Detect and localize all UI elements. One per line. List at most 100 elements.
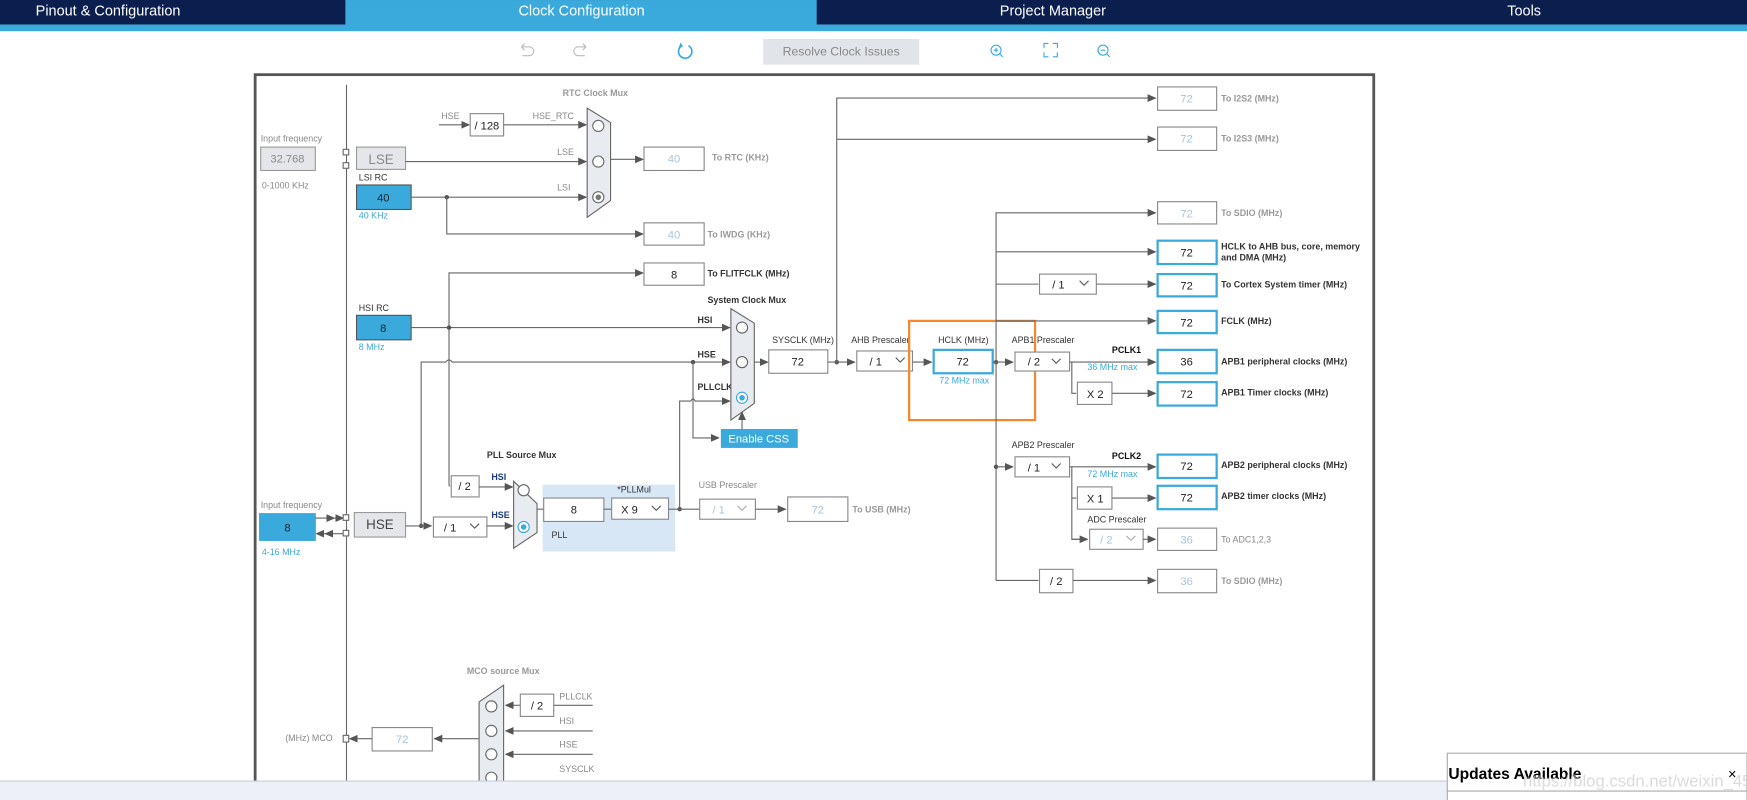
enable-css-button[interactable]: Enable CSS bbox=[720, 428, 798, 448]
svg-text:/ 1: / 1 bbox=[1028, 462, 1040, 474]
adc-prescaler-select[interactable]: / 2 bbox=[1089, 528, 1144, 550]
apb1-periph-field[interactable]: 36 bbox=[1156, 348, 1218, 375]
flitfclk-field[interactable]: 8 bbox=[643, 262, 705, 286]
svg-text:HSE: HSE bbox=[366, 517, 394, 532]
zoom-in-icon[interactable] bbox=[990, 44, 1004, 58]
pll-mux-radio-hsi[interactable] bbox=[517, 484, 530, 497]
lse-input-frequency-field[interactable]: 32.768 bbox=[260, 146, 316, 172]
resolve-clock-issues-button[interactable]: Resolve Clock Issues bbox=[763, 39, 920, 65]
pclk1-label: PCLK1 bbox=[1112, 345, 1141, 355]
sysclk-field[interactable]: 72 bbox=[768, 349, 829, 374]
rtc-mux-radio-lse[interactable] bbox=[592, 155, 605, 168]
svg-text:72: 72 bbox=[1180, 281, 1192, 293]
hclk-label: HCLK (MHz) bbox=[938, 335, 989, 345]
svg-text:40: 40 bbox=[377, 193, 389, 205]
flitfclk-label: To FLITFCLK (MHz) bbox=[707, 268, 789, 278]
undo-icon[interactable] bbox=[521, 43, 535, 57]
tab-underline bbox=[0, 24, 1747, 32]
svg-text:Clock Configuration: Clock Configuration bbox=[518, 4, 644, 20]
mco-radio-pllclk[interactable] bbox=[485, 700, 498, 713]
tab-clock-configuration[interactable]: Clock Configuration bbox=[345, 0, 817, 25]
pll-input-field[interactable]: 8 bbox=[543, 497, 605, 523]
sdio2-label: To SDIO (MHz) bbox=[1221, 576, 1282, 586]
svg-text:X 9: X 9 bbox=[621, 505, 638, 517]
hse-rtc-label: HSE_RTC bbox=[533, 111, 575, 121]
hse-pin-connector bbox=[342, 514, 350, 521]
pllmul-select[interactable]: X 9 bbox=[611, 497, 670, 520]
hse-prediv-select[interactable]: / 1 bbox=[432, 516, 488, 538]
ahb-bus-field[interactable]: 72 bbox=[1156, 239, 1218, 266]
i2s3-label: To I2S3 (MHz) bbox=[1221, 134, 1279, 144]
rtc-lse-label: LSE bbox=[557, 147, 574, 157]
svg-text:/ 1: / 1 bbox=[712, 505, 724, 517]
fit-icon[interactable] bbox=[1043, 42, 1058, 58]
svg-text:/ 1: / 1 bbox=[444, 522, 456, 534]
hclk-field[interactable]: 72 bbox=[932, 348, 994, 375]
tab-project-manager[interactable]: Project Manager bbox=[817, 0, 1288, 25]
cortex-timer-field[interactable]: 72 bbox=[1156, 272, 1218, 298]
usb-prescaler-select[interactable]: / 1 bbox=[699, 498, 756, 520]
sdio2-divider: / 2 bbox=[1038, 568, 1074, 594]
ahb-prescaler-select[interactable]: / 1 bbox=[856, 350, 914, 372]
mco-pin-connector bbox=[342, 734, 350, 743]
mco-label: (MHz) MCO bbox=[285, 733, 333, 743]
svg-text:/ 2: / 2 bbox=[1028, 356, 1040, 368]
to-iwdg-field[interactable]: 40 bbox=[643, 222, 705, 246]
watermark: https://blog.csdn.net/weixin_45488643 bbox=[1523, 772, 1747, 791]
hse-range: 4-16 MHz bbox=[262, 547, 301, 557]
mco-field[interactable]: 72 bbox=[371, 727, 433, 752]
i2s3-field[interactable]: 72 bbox=[1157, 126, 1218, 151]
close-icon[interactable]: × bbox=[1728, 767, 1736, 783]
tab-pinout[interactable]: Pinout & Configuration bbox=[0, 0, 345, 25]
adc-field[interactable]: 36 bbox=[1157, 527, 1218, 551]
svg-text:8: 8 bbox=[284, 522, 290, 534]
apb2-periph-field[interactable]: 72 bbox=[1156, 453, 1218, 480]
pll-hsi-label: HSI bbox=[491, 472, 506, 482]
to-rtc-field[interactable]: 40 bbox=[643, 146, 705, 172]
sysmux-radio-hse[interactable] bbox=[735, 355, 749, 369]
hse-input-frequency-field[interactable]: 8 bbox=[259, 513, 316, 541]
sdio-field[interactable]: 72 bbox=[1157, 201, 1218, 225]
redo-icon[interactable] bbox=[573, 43, 587, 57]
lsi-freq: 40 KHz bbox=[359, 210, 389, 220]
hse-block: HSE bbox=[353, 511, 407, 538]
tab-tools[interactable]: Tools bbox=[1289, 0, 1747, 25]
mco-hse-label: HSE bbox=[559, 740, 577, 750]
refresh-icon[interactable] bbox=[677, 42, 693, 59]
rtc-lsi-label: LSI bbox=[557, 183, 570, 193]
i2s2-field[interactable]: 72 bbox=[1157, 86, 1218, 111]
apb2-timer-field[interactable]: 72 bbox=[1156, 484, 1218, 511]
cortex-timer-label: To Cortex System timer (MHz) bbox=[1221, 279, 1347, 289]
rtc-hse-label: HSE bbox=[441, 111, 459, 121]
sdio2-field[interactable]: 36 bbox=[1157, 568, 1218, 594]
cortex-prescaler-select[interactable]: / 1 bbox=[1038, 273, 1097, 295]
svg-text:72: 72 bbox=[956, 356, 968, 368]
apb1-prescaler-select[interactable]: / 2 bbox=[1014, 351, 1071, 372]
svg-text:32.768: 32.768 bbox=[270, 154, 304, 166]
to-iwdg-label: To IWDG (KHz) bbox=[707, 229, 770, 239]
usb-field[interactable]: 72 bbox=[787, 496, 849, 523]
mco-radio-hse[interactable] bbox=[485, 748, 498, 761]
sysmux-radio-hsi[interactable] bbox=[735, 321, 749, 334]
mco-mux-label: MCO source Mux bbox=[467, 666, 540, 676]
zoom-out-icon[interactable] bbox=[1097, 44, 1111, 58]
apb2-prescaler-label: APB2 Prescaler bbox=[1012, 440, 1075, 450]
to-rtc-label: To RTC (KHz) bbox=[712, 152, 769, 162]
sysmux-hse-label: HSE bbox=[697, 350, 715, 360]
pll-source-mux-label: PLL Source Mux bbox=[487, 450, 557, 460]
rtc-mux-label: RTC Clock Mux bbox=[563, 88, 628, 98]
svg-text:/ 2: / 2 bbox=[458, 481, 470, 493]
apb1-timer-field[interactable]: 72 bbox=[1156, 381, 1218, 407]
svg-text:72: 72 bbox=[1180, 94, 1192, 106]
mco-radio-hsi[interactable] bbox=[485, 724, 498, 738]
apb2-prescaler-select[interactable]: / 1 bbox=[1014, 456, 1071, 478]
svg-text:Enable CSS: Enable CSS bbox=[728, 433, 789, 445]
svg-text:72: 72 bbox=[1180, 389, 1192, 401]
pclk2-label: PCLK2 bbox=[1112, 451, 1141, 461]
svg-text:/ 128: / 128 bbox=[475, 120, 500, 132]
rtc-mux-radio-hse[interactable] bbox=[592, 119, 605, 133]
svg-text:8: 8 bbox=[671, 270, 677, 282]
svg-text:/ 2: / 2 bbox=[531, 701, 543, 713]
fclk-field[interactable]: 72 bbox=[1156, 309, 1218, 335]
hsi-rc-block: 8 bbox=[355, 314, 412, 341]
